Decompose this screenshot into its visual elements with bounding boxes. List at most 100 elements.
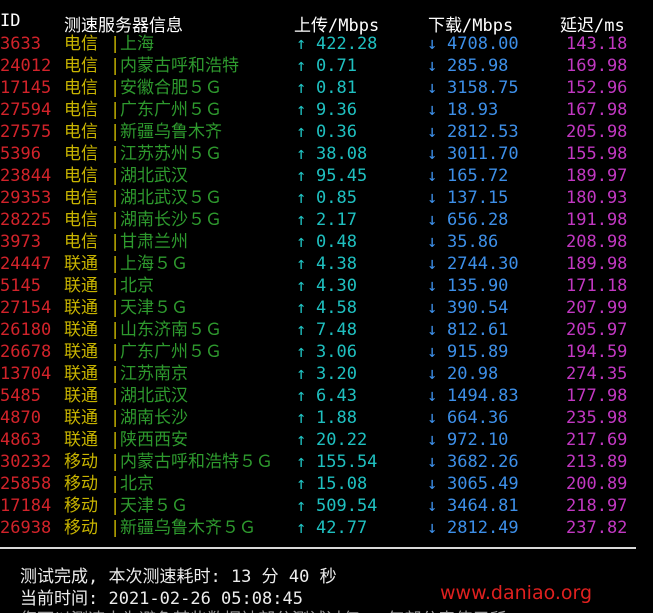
server-id: 26180 — [0, 320, 52, 340]
server-location: 天津５Ｇ — [120, 298, 188, 318]
upload-speed: 42.77 — [316, 518, 368, 538]
server-location: 湖南长沙 — [120, 408, 188, 428]
download-speed: 285.98 — [447, 56, 509, 76]
download-arrow-icon: ↓ — [427, 100, 438, 120]
upload-speed: 1.88 — [316, 408, 357, 428]
isp-name: 移动 — [64, 474, 98, 494]
table-row: 27154 联通 | 天津５Ｇ ↑ 4.58 ↓ 390.54 207.99 — [0, 297, 653, 319]
download-arrow-icon: ↓ — [427, 386, 438, 406]
upload-speed: 6.43 — [316, 386, 357, 406]
upload-arrow-icon: ↑ — [296, 78, 307, 98]
latency-value: 200.89 — [566, 474, 628, 494]
server-id: 26938 — [0, 518, 52, 538]
isp-name: 移动 — [64, 452, 98, 472]
download-speed: 3158.75 — [447, 78, 519, 98]
upload-speed: 4.58 — [316, 298, 357, 318]
latency-value: 171.18 — [566, 276, 628, 296]
download-arrow-icon: ↓ — [427, 474, 438, 494]
upload-arrow-icon: ↑ — [296, 144, 307, 164]
isp-name: 电信 — [64, 144, 98, 164]
latency-value: 207.99 — [566, 298, 628, 318]
column-separator: | — [110, 122, 121, 142]
isp-name: 移动 — [64, 518, 98, 538]
download-speed: 2812.53 — [447, 122, 519, 142]
table-header: ID 测速服务器信息 上传/Mbps 下载/Mbps 延迟/ms — [0, 11, 653, 36]
table-row: 3633 电信 | 上海 ↑ 422.28 ↓ 4708.00 143.18 — [0, 33, 653, 55]
isp-name: 联通 — [64, 430, 98, 450]
column-separator: | — [110, 232, 121, 252]
column-separator: | — [110, 364, 121, 384]
column-separator: | — [110, 56, 121, 76]
server-location: 上海 — [120, 34, 154, 54]
server-id: 23844 — [0, 166, 52, 186]
server-location: 湖北武汉 — [120, 386, 188, 406]
isp-name: 联通 — [64, 342, 98, 362]
table-row: 24447 联通 | 上海５Ｇ ↑ 4.38 ↓ 2744.30 189.98 — [0, 253, 653, 275]
column-separator: | — [110, 34, 121, 54]
upload-speed: 3.20 — [316, 364, 357, 384]
watermark-text: www.daniao.org — [440, 582, 593, 604]
download-arrow-icon: ↓ — [427, 452, 438, 472]
latency-value: 274.35 — [566, 364, 628, 384]
upload-arrow-icon: ↑ — [296, 342, 307, 362]
upload-speed: 38.08 — [316, 144, 368, 164]
download-arrow-icon: ↓ — [427, 342, 438, 362]
download-speed: 2812.49 — [447, 518, 519, 538]
server-location: 陕西西安 — [120, 430, 188, 450]
server-id: 13704 — [0, 364, 52, 384]
server-id: 27575 — [0, 122, 52, 142]
upload-arrow-icon: ↑ — [296, 496, 307, 516]
upload-speed: 2.17 — [316, 210, 357, 230]
upload-arrow-icon: ↑ — [296, 254, 307, 274]
download-arrow-icon: ↓ — [427, 188, 438, 208]
server-location: 甘肃兰州 — [120, 232, 188, 252]
download-arrow-icon: ↓ — [427, 122, 438, 142]
upload-arrow-icon: ↑ — [296, 452, 307, 472]
download-speed: 3464.81 — [447, 496, 519, 516]
upload-speed: 509.54 — [316, 496, 378, 516]
upload-arrow-icon: ↑ — [296, 210, 307, 230]
isp-name: 联通 — [64, 364, 98, 384]
column-separator: | — [110, 518, 121, 538]
upload-speed: 4.30 — [316, 276, 357, 296]
server-id: 3973 — [0, 232, 41, 252]
upload-arrow-icon: ↑ — [296, 188, 307, 208]
server-location: 天津５Ｇ — [120, 496, 188, 516]
download-speed: 812.61 — [447, 320, 509, 340]
upload-speed: 0.71 — [316, 56, 357, 76]
header-id: ID — [0, 11, 21, 31]
upload-arrow-icon: ↑ — [296, 474, 307, 494]
column-separator: | — [110, 144, 121, 164]
server-id: 3633 — [0, 34, 41, 54]
download-speed: 35.86 — [447, 232, 499, 252]
upload-speed: 3.06 — [316, 342, 357, 362]
download-speed: 656.28 — [447, 210, 509, 230]
table-row: 17184 移动 | 天津５Ｇ ↑ 509.54 ↓ 3464.81 218.97 — [0, 495, 653, 517]
server-id: 4863 — [0, 430, 41, 450]
column-separator: | — [110, 320, 121, 340]
upload-speed: 0.85 — [316, 188, 357, 208]
column-separator: | — [110, 276, 121, 296]
upload-arrow-icon: ↑ — [296, 56, 307, 76]
isp-name: 电信 — [64, 188, 98, 208]
download-arrow-icon: ↓ — [427, 56, 438, 76]
download-speed: 4708.00 — [447, 34, 519, 54]
server-location: 内蒙古呼和浩特 — [120, 56, 239, 76]
download-speed: 915.89 — [447, 342, 509, 362]
latency-value: 155.98 — [566, 144, 628, 164]
server-id: 24012 — [0, 56, 52, 76]
table-row: 26938 移动 | 新疆乌鲁木齐５Ｇ ↑ 42.77 ↓ 2812.49 237.82 — [0, 517, 653, 539]
latency-value: 213.89 — [566, 452, 628, 472]
table-row: 24012 电信 | 内蒙古呼和浩特 ↑ 0.71 ↓ 285.98 169.98 — [0, 55, 653, 77]
isp-name: 联通 — [64, 254, 98, 274]
column-separator: | — [110, 496, 121, 516]
server-id: 4870 — [0, 408, 41, 428]
download-arrow-icon: ↓ — [427, 430, 438, 450]
isp-name: 联通 — [64, 320, 98, 340]
table-row: 26180 联通 | 山东济南５Ｇ ↑ 7.48 ↓ 812.61 205.97 — [0, 319, 653, 341]
column-separator: | — [110, 254, 121, 274]
latency-value: 191.98 — [566, 210, 628, 230]
table-row: 13704 联通 | 江苏南京 ↑ 3.20 ↓ 20.98 274.35 — [0, 363, 653, 385]
latency-value: 169.98 — [566, 56, 628, 76]
upload-arrow-icon: ↑ — [296, 320, 307, 340]
